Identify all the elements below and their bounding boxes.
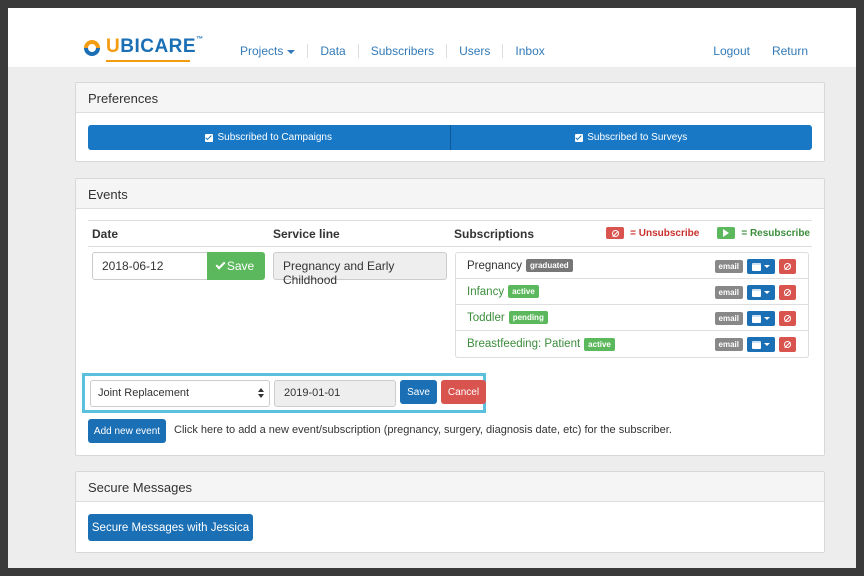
calendar-icon <box>751 314 761 323</box>
ban-icon <box>784 341 791 348</box>
divider <box>88 246 812 247</box>
calendar-icon <box>751 262 761 271</box>
col-header-date: Date <box>92 227 119 241</box>
new-event-form: Joint Replacement 2019-01-01 Save Cancel <box>82 373 486 413</box>
email-button[interactable]: email <box>714 338 743 351</box>
nav-users[interactable]: Users <box>447 44 504 58</box>
calendar-icon <box>751 340 761 349</box>
logo-underline <box>106 60 190 62</box>
logo-wordmark: UBICARE™ <box>106 36 204 57</box>
chevron-down-icon <box>287 49 296 54</box>
nav-return[interactable]: Return <box>772 44 808 58</box>
new-event-date-input[interactable]: 2019-01-01 <box>274 380 396 407</box>
secure-messages-heading: Secure Messages <box>76 472 824 502</box>
chevron-down-icon <box>764 265 771 268</box>
main-nav: Projects Data Subscribers Users Inbox <box>228 44 557 58</box>
ubicare-logo-icon <box>84 40 100 56</box>
nav-projects[interactable]: Projects <box>228 44 309 58</box>
cancel-new-event-button[interactable]: Cancel <box>441 380 486 404</box>
ban-icon <box>784 289 791 296</box>
divider <box>88 220 812 221</box>
secure-messages-button[interactable]: Secure Messages with Jessica <box>88 514 253 541</box>
calendar-dropdown-button[interactable] <box>747 337 775 352</box>
status-badge: active <box>508 285 539 298</box>
status-badge: active <box>584 337 615 351</box>
subscriptions-list: Pregnancy graduated email Infancy active… <box>455 252 809 358</box>
subscription-name: Pregnancy <box>467 259 522 272</box>
save-date-button[interactable]: Save <box>207 252 265 280</box>
event-date-input[interactable]: 2018-06-12 <box>92 252 208 280</box>
nav-subscribers[interactable]: Subscribers <box>359 44 448 58</box>
preferences-toggle-bar: Subscribed to Campaigns Subscribed to Su… <box>88 125 812 150</box>
unsubscribe-button[interactable] <box>779 285 796 300</box>
email-button[interactable]: email <box>714 312 743 325</box>
add-event-help-text: Click here to add a new event/subscripti… <box>174 424 672 436</box>
status-badge: graduated <box>525 259 573 272</box>
secure-messages-panel: Secure Messages Secure Messages with Jes… <box>75 471 825 553</box>
calendar-dropdown-button[interactable] <box>747 311 775 326</box>
nav-logout[interactable]: Logout <box>713 44 750 58</box>
ban-icon <box>784 263 791 270</box>
top-navbar: UBICARE™ Projects Data Subscribers Users… <box>8 8 856 67</box>
subscription-name[interactable]: Infancy <box>467 286 504 298</box>
nav-data[interactable]: Data <box>308 44 359 58</box>
nav-right: Logout Return <box>713 44 808 58</box>
ban-icon <box>784 315 791 322</box>
add-new-event-button[interactable]: Add new event <box>88 419 166 443</box>
events-heading: Events <box>76 179 824 209</box>
events-panel: Events Date Service line Subscriptions =… <box>75 178 825 456</box>
resubscribe-icon <box>717 227 736 239</box>
preferences-panel: Preferences Subscribed to Campaigns Subs… <box>75 82 825 162</box>
unsubscribe-button[interactable] <box>779 311 796 326</box>
app-frame: UBICARE™ Projects Data Subscribers Users… <box>8 8 856 568</box>
subscription-row: Pregnancy graduated email <box>456 253 808 279</box>
chevron-down-icon <box>764 343 771 346</box>
event-type-select[interactable]: Joint Replacement <box>90 380 270 407</box>
subscription-legend: = Unsubscribe = Resubscribe <box>606 227 810 239</box>
service-line-field: Pregnancy and Early Childhood <box>273 252 447 287</box>
calendar-dropdown-button[interactable] <box>747 259 775 274</box>
calendar-dropdown-button[interactable] <box>747 285 775 300</box>
subscription-row: Toddler pending email <box>456 305 808 331</box>
chevron-down-icon <box>764 317 771 320</box>
email-button[interactable]: email <box>714 260 743 273</box>
subscription-name[interactable]: Breastfeeding: Patient <box>467 338 580 350</box>
unsubscribe-icon <box>606 227 625 239</box>
col-header-subscriptions: Subscriptions <box>454 227 535 241</box>
subscription-name[interactable]: Toddler <box>467 312 505 324</box>
subscription-row: Infancy active email <box>456 279 808 305</box>
subscription-row: Breastfeeding: Patient active email <box>456 331 808 357</box>
preferences-heading: Preferences <box>76 83 824 113</box>
unsubscribe-button[interactable] <box>779 337 796 352</box>
status-badge: pending <box>508 311 548 324</box>
select-arrows-icon <box>258 388 264 398</box>
subscribed-surveys-toggle[interactable]: Subscribed to Surveys <box>451 125 813 150</box>
unsubscribe-button[interactable] <box>779 259 796 274</box>
col-header-service: Service line <box>273 227 340 241</box>
checkbox-checked-icon <box>575 133 584 142</box>
check-icon <box>215 259 226 270</box>
email-button[interactable]: email <box>714 286 743 299</box>
chevron-down-icon <box>764 291 771 294</box>
subscribed-campaigns-toggle[interactable]: Subscribed to Campaigns <box>88 125 451 150</box>
nav-inbox[interactable]: Inbox <box>503 44 556 58</box>
save-new-event-button[interactable]: Save <box>400 380 437 404</box>
calendar-icon <box>751 288 761 297</box>
checkbox-checked-icon <box>205 133 214 142</box>
